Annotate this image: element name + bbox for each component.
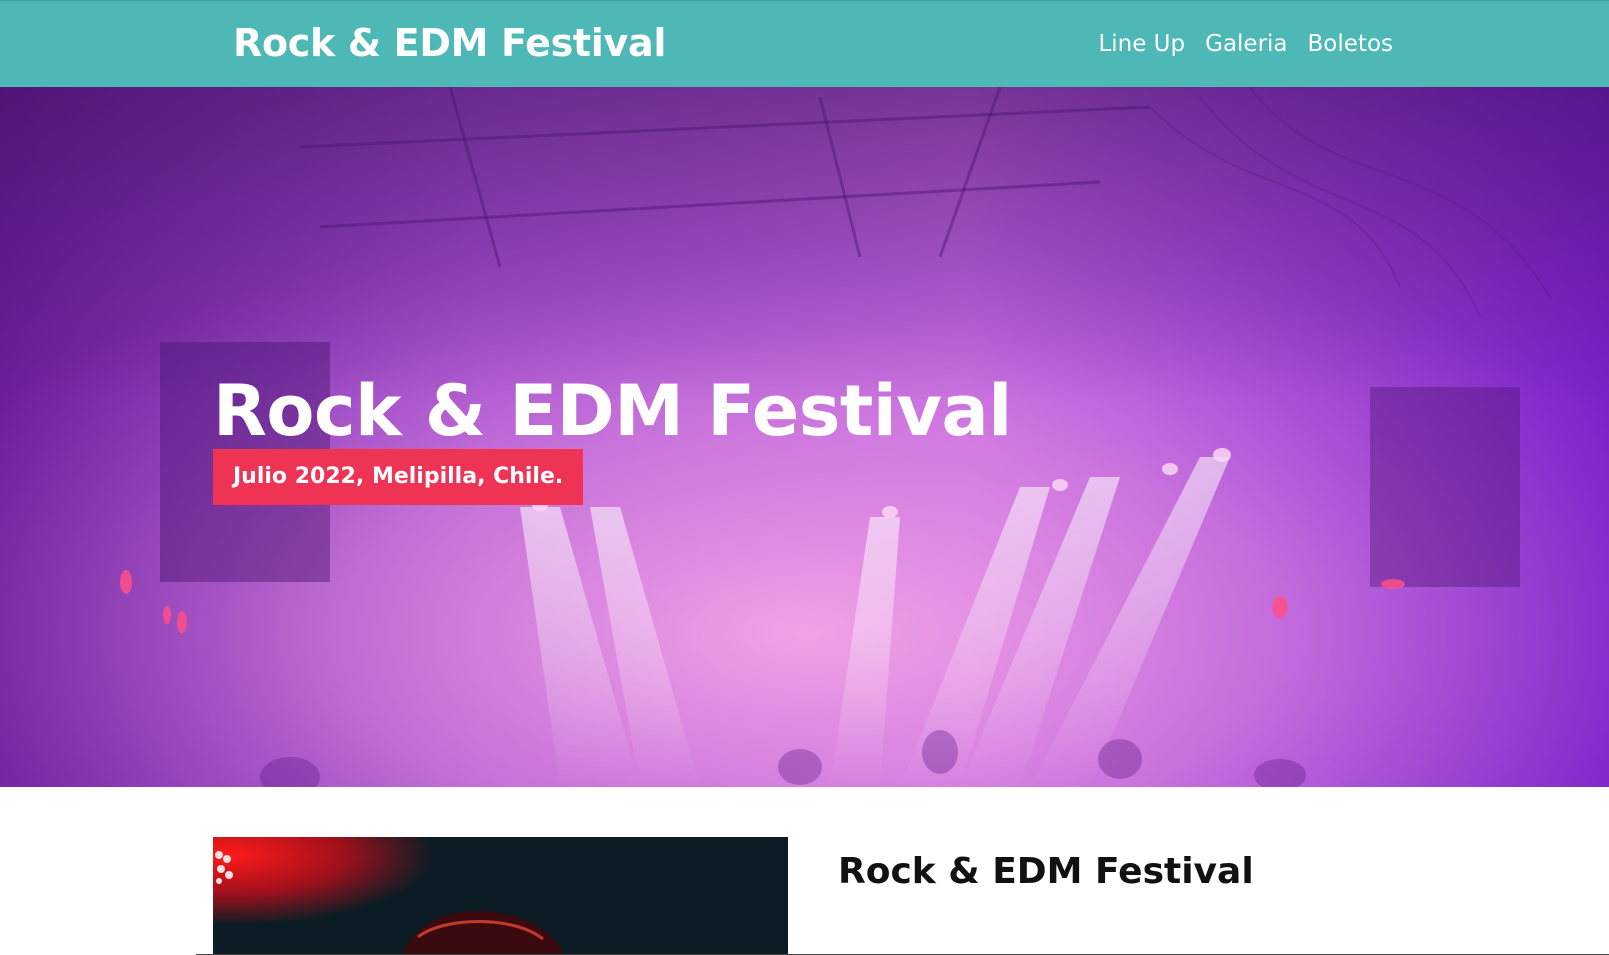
nav-link-galeria[interactable]: Galeria: [1205, 28, 1287, 60]
performer-photo: [213, 837, 788, 955]
page: Rock & EDM Festival Line Up Galeria Bole…: [0, 0, 1609, 955]
nav-link-boletos[interactable]: Boletos: [1308, 28, 1393, 60]
main-nav: Line Up Galeria Boletos: [1098, 28, 1393, 60]
nav-link-line-up[interactable]: Line Up: [1098, 28, 1185, 60]
header-top-border: [0, 0, 1609, 1]
intro-section: Rock & EDM Festival: [0, 787, 1609, 955]
site-header: Rock & EDM Festival Line Up Galeria Bole…: [0, 0, 1609, 87]
site-brand[interactable]: Rock & EDM Festival: [233, 19, 666, 67]
intro-title: Rock & EDM Festival: [838, 851, 1254, 892]
hero-title: Rock & EDM Festival: [213, 370, 1012, 452]
hero-section: Rock & EDM Festival Julio 2022, Melipill…: [0, 87, 1609, 787]
performer-photo-image: [213, 837, 788, 955]
hero-date-location-badge: Julio 2022, Melipilla, Chile.: [213, 449, 584, 505]
